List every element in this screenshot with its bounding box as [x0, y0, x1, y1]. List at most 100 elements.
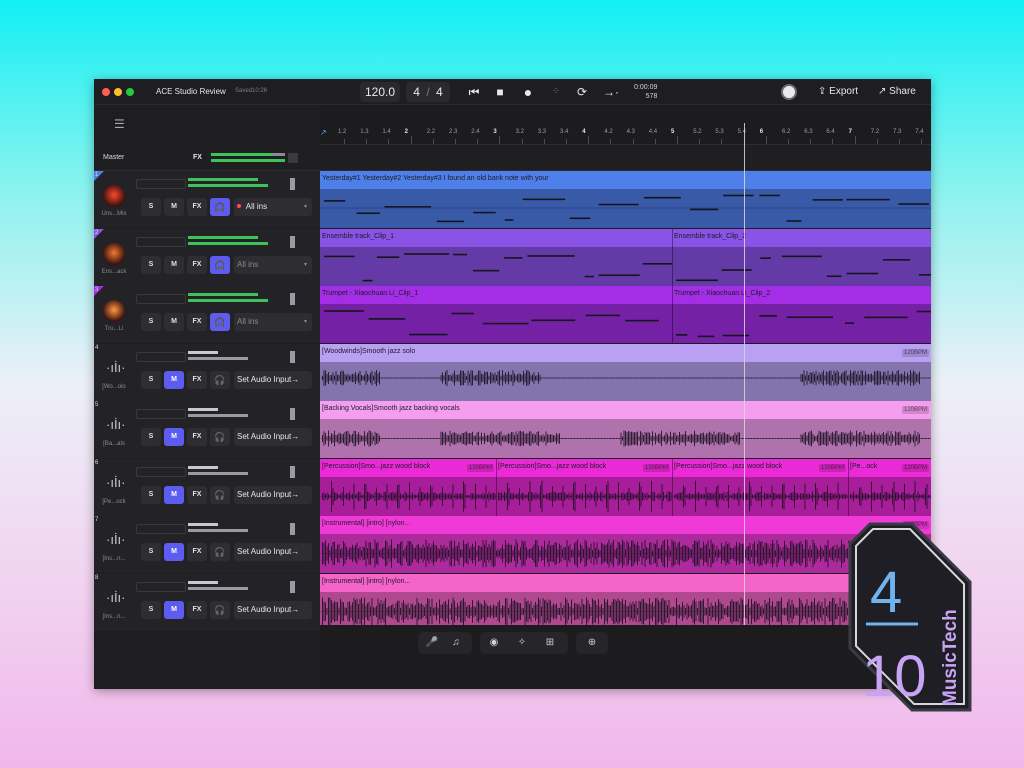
track-fx-button[interactable]: FX: [187, 255, 207, 274]
track-volume-fader[interactable]: [136, 581, 186, 592]
track-volume-knob[interactable]: [290, 408, 295, 420]
track-volume-fader[interactable]: [136, 294, 186, 304]
mute-button[interactable]: M: [164, 313, 184, 331]
timeline-ruler[interactable]: ↗ 1.2 1.3 1.4 2 2.2 2.3 2.4 3 3.2 3.3 3.4 4 4.2 4.3 4.4…: [320, 123, 931, 145]
menu-icon[interactable]: ☰: [114, 117, 125, 131]
clip[interactable]: Yesterday#1 Yesterday#2 Yesterday#3 I fo…: [320, 171, 931, 228]
minimize-window-button[interactable]: [114, 88, 122, 96]
track-header[interactable]: 6 ·ıİı· [Pe...ock S M FX 🎧 Set Audio Inp…: [94, 458, 320, 516]
solo-button[interactable]: S: [141, 543, 161, 561]
clip[interactable]: [Percussion]Smo...jazz wood block 120BPM: [672, 458, 848, 516]
track-header[interactable]: 5 ·ıİı· [Ba...als S M FX 🎧 Set Audio Inp…: [94, 401, 320, 458]
monitor-headphones-icon[interactable]: 🎧: [210, 543, 230, 561]
track-lane[interactable]: [Instrumental] [intro] [nylon...: [320, 573, 931, 631]
tempo-field[interactable]: 120.0: [360, 82, 400, 102]
master-volume-knob[interactable]: [288, 153, 298, 163]
solo-button[interactable]: S: [141, 198, 161, 216]
mute-button[interactable]: M: [164, 370, 184, 389]
loop-icon[interactable]: ⟳: [575, 85, 589, 99]
monitor-headphones-icon[interactable]: 🎧: [210, 370, 230, 389]
follow-playhead-icon[interactable]: →·: [601, 85, 621, 99]
audio-input-select[interactable]: Set Audio Input→: [234, 428, 312, 446]
clip[interactable]: [Percussion]Smo...jazz wood block 120BPM: [320, 458, 496, 516]
monitor-headphones-icon[interactable]: 🎧: [210, 428, 230, 446]
track-fx-button[interactable]: FX: [187, 370, 207, 389]
track-lane[interactable]: [Instrumental] [intro] [nylon... 120BPM: [320, 516, 931, 573]
track-lane[interactable]: Yesterday#1 Yesterday#2 Yesterday#3 I fo…: [320, 171, 931, 228]
track-volume-fader[interactable]: [136, 466, 186, 477]
track-header[interactable]: 2 Ens...ack S M FX 🎧 All ins ▾: [94, 228, 320, 286]
track-header[interactable]: 1 Uns...Mix S M FX 🎧 All ins ▾: [94, 171, 320, 228]
track-volume-knob[interactable]: [290, 178, 295, 190]
monitor-headphones-icon[interactable]: 🎧: [210, 255, 230, 274]
globe-icon[interactable]: ⊕: [584, 635, 600, 651]
clip[interactable]: [Instrumental] [intro] [nylon...: [320, 573, 931, 631]
mute-button[interactable]: M: [164, 428, 184, 446]
clip[interactable]: [Instrumental] [intro] [nylon... 120BPM: [320, 516, 931, 573]
mute-button[interactable]: M: [164, 485, 184, 504]
audio-input-select[interactable]: Set Audio Input→: [234, 485, 312, 504]
voice-avatar-icon[interactable]: [103, 185, 125, 207]
audio-input-select[interactable]: Set Audio Input→: [234, 600, 312, 619]
track-volume-knob[interactable]: [290, 350, 295, 363]
track-volume-knob[interactable]: [290, 523, 295, 535]
audio-input-select[interactable]: All ins ▾: [234, 198, 312, 216]
clip[interactable]: Trumpet - Xiaochuan Li_Clip_1: [320, 286, 672, 343]
monitor-headphones-icon[interactable]: 🎧: [210, 198, 230, 216]
track-volume-fader[interactable]: [136, 524, 186, 534]
clip[interactable]: Ensemble track_Clip_1: [320, 228, 672, 286]
track-volume-fader[interactable]: [136, 351, 186, 362]
close-window-button[interactable]: [102, 88, 110, 96]
skip-to-start-icon[interactable]: ⏮: [467, 85, 481, 99]
track-fx-button[interactable]: FX: [187, 313, 207, 331]
solo-button[interactable]: S: [141, 370, 161, 389]
magic-wand-icon[interactable]: ✧: [514, 635, 530, 651]
monitor-headphones-icon[interactable]: 🎧: [210, 600, 230, 619]
time-signature-field[interactable]: 4 / 4: [406, 82, 450, 102]
voice-avatar-icon[interactable]: [103, 300, 125, 322]
solo-button[interactable]: S: [141, 485, 161, 504]
voice-avatar-icon[interactable]: [103, 242, 125, 265]
track-volume-fader[interactable]: [136, 409, 186, 419]
track-lane[interactable]: [Backing Vocals]Smooth jazz backing voca…: [320, 401, 931, 458]
track-lane[interactable]: Ensemble track_Clip_1 Ensemble track_Cli…: [320, 228, 931, 286]
track-volume-knob[interactable]: [290, 465, 295, 478]
solo-button[interactable]: S: [141, 313, 161, 331]
audio-input-select[interactable]: Set Audio Input→: [234, 543, 312, 561]
mute-button[interactable]: M: [164, 255, 184, 274]
maximize-window-button[interactable]: [126, 88, 134, 96]
track-fx-button[interactable]: FX: [187, 600, 207, 619]
clip[interactable]: [Percussion]Smo...jazz wood block 120BPM: [496, 458, 672, 516]
solo-button[interactable]: S: [141, 255, 161, 274]
track-volume-knob[interactable]: [290, 580, 295, 593]
track-volume-knob[interactable]: [290, 235, 295, 248]
clip[interactable]: Ensemble track_Clip_2: [672, 228, 931, 286]
grid-dots-icon[interactable]: ⁘: [549, 85, 563, 99]
record-icon[interactable]: ●: [521, 85, 535, 99]
track-header[interactable]: 8 ·ıİı· [Ins...n... S M FX 🎧 Set Audio I…: [94, 573, 320, 631]
track-fx-button[interactable]: FX: [187, 485, 207, 504]
instrument-icon[interactable]: ♫: [448, 635, 464, 651]
solo-button[interactable]: S: [141, 600, 161, 619]
mute-button[interactable]: M: [164, 600, 184, 619]
track-header[interactable]: 3 Tru...Li S M FX 🎧 All ins ▾: [94, 286, 320, 343]
audio-input-select[interactable]: Set Audio Input→: [234, 370, 312, 389]
solo-button[interactable]: S: [141, 428, 161, 446]
loop-start-marker[interactable]: ↗: [320, 128, 327, 137]
add-grid-icon[interactable]: ⊞: [542, 635, 558, 651]
track-fx-button[interactable]: FX: [187, 428, 207, 446]
clip[interactable]: [Woodwinds]Smooth jazz solo 120BPM: [320, 343, 931, 401]
mute-button[interactable]: M: [164, 198, 184, 216]
track-fx-button[interactable]: FX: [187, 543, 207, 561]
eye-icon[interactable]: ◉: [486, 635, 502, 651]
track-volume-fader[interactable]: [136, 236, 186, 247]
clip[interactable]: Trumpet - Xiaochuan Li_Clip_2: [672, 286, 931, 343]
track-volume-fader[interactable]: [136, 179, 186, 189]
stop-icon[interactable]: ■: [493, 85, 507, 99]
mute-button[interactable]: M: [164, 543, 184, 561]
export-button[interactable]: ⇪ Export: [818, 86, 858, 97]
track-volume-knob[interactable]: [290, 293, 295, 305]
track-header[interactable]: 4 ·ıİı· [Wo...olo S M FX 🎧 Set Audio Inp…: [94, 343, 320, 401]
track-fx-button[interactable]: FX: [187, 198, 207, 216]
audio-input-select[interactable]: All ins ▾: [234, 255, 312, 274]
